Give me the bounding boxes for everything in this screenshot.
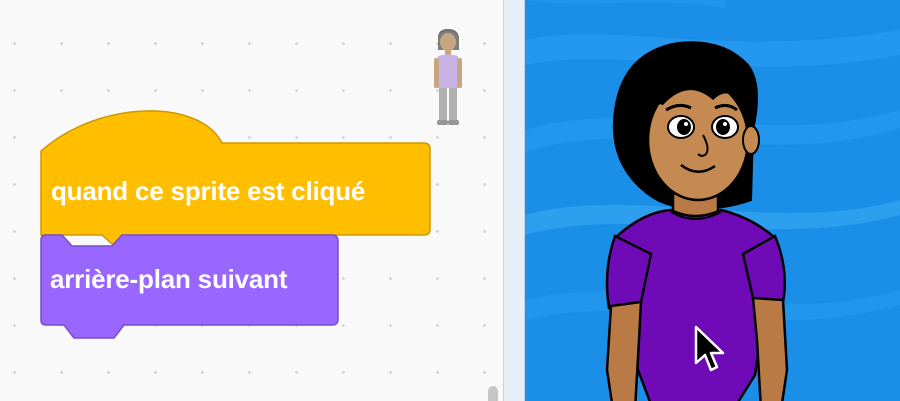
pane-divider <box>503 0 525 401</box>
event-block-label: quand ce sprite est cliqué <box>51 176 366 206</box>
arrow-cursor-icon <box>694 325 725 372</box>
sprite-thumbnail <box>432 28 468 132</box>
stage[interactable] <box>525 0 900 401</box>
code-workspace[interactable]: quand ce sprite est cliqué arrière-plan … <box>0 0 503 401</box>
event-block-when-sprite-clicked[interactable]: quand ce sprite est cliqué <box>40 110 431 245</box>
looks-block-label: arrière-plan suivant <box>50 264 288 294</box>
workspace-scrollbar[interactable] <box>488 386 498 401</box>
looks-block-next-backdrop[interactable]: arrière-plan suivant <box>40 234 340 342</box>
